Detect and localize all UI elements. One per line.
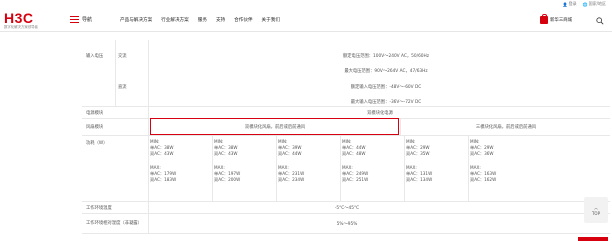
power-col-4: MIN: 单AC：44W 双AC：48W MAX: 单AC：249W 双AC：251W — [342, 139, 369, 183]
utility-bar: 👤 登录 🌐 国家/地区 — [563, 0, 612, 8]
login-link[interactable]: 👤 登录 — [563, 1, 577, 7]
divider — [468, 136, 469, 202]
divider — [212, 136, 213, 202]
fan-label: 风扇模块 — [86, 125, 104, 130]
nav-item-support[interactable]: 支持 — [216, 17, 225, 23]
humidity-value: 5%～95% — [336, 221, 358, 227]
ac-label: 交流 — [118, 54, 127, 59]
temperature-label: 工作环境温度 — [86, 205, 112, 211]
nav-item-service[interactable]: 服务 — [198, 17, 207, 23]
floating-red-bar[interactable] — [578, 237, 608, 241]
psu-label: 电源模块 — [86, 110, 104, 116]
table-row-input-voltage: 输入电压 交流 直流 额定电压范围：100V～240V AC，50/60Hz 最… — [82, 40, 610, 107]
power-col-2: MIN: 单AC：38W 双AC：43W MAX: 单AC：197W 双AC：200W — [214, 139, 241, 183]
back-to-top-button[interactable]: ︿ TOP — [584, 197, 608, 223]
divider — [115, 40, 116, 107]
user-icon: 👤 — [562, 1, 568, 7]
nav-item-partners[interactable]: 合作伙伴 — [234, 17, 252, 23]
table-row-power: 功耗（W） MIN: 单AC：38W 双AC：43W MAX: 单AC：179W 双AC… — [82, 136, 610, 202]
psu-value: 双模块化电源 — [367, 110, 393, 116]
divider — [148, 40, 149, 234]
region-link[interactable]: 🌐 国家/地区 — [583, 1, 606, 7]
h3c-logo[interactable]: H3C 数字化解决方案领导者 — [4, 10, 60, 30]
power-label: 功耗（W） — [86, 141, 108, 146]
fan-value-triple: 三模块化风扇，前后或后前通风 — [475, 125, 537, 130]
table-row-humidity: 工作环境相对湿度（非凝露） 5%～95% — [82, 214, 610, 234]
nav-item-industry[interactable]: 行业解决方案 — [161, 17, 189, 23]
top-label: TOP — [591, 210, 600, 216]
shop-label: 新华三商城 — [550, 18, 572, 23]
nav-item-about[interactable]: 关于我们 — [262, 17, 280, 23]
input-voltage-label: 输入电压 — [86, 54, 104, 59]
divider — [404, 136, 405, 202]
ac-rated-voltage: 额定电压范围：100V～240V AC，50/60Hz — [342, 54, 430, 59]
table-row-temperature: 工作环境温度 -5°C～45°C — [82, 202, 610, 214]
power-col-6: MIN: 单AC：29W 双AC：36W MAX: 单AC：163W 双AC：162W — [470, 139, 497, 183]
dc-label: 直流 — [118, 85, 127, 90]
dc-rated-voltage: 额定输入电压范围：-48V～-60V DC — [350, 85, 422, 90]
power-col-1: MIN: 单AC：38W 双AC：43W MAX: 单AC：179W 双AC：183W — [150, 139, 177, 183]
divider — [276, 136, 277, 202]
divider — [340, 136, 341, 202]
divider — [400, 119, 401, 136]
search-icon[interactable] — [596, 17, 604, 25]
shop-link[interactable]: 新华三商城 — [540, 14, 572, 24]
highlight-box — [150, 118, 399, 135]
main-nav: 产品与解决方案 行业解决方案 服务 支持 合作伙伴 关于我们 — [120, 17, 280, 23]
nav-menu-label: 导航 — [82, 17, 93, 23]
hamburger-icon — [70, 16, 79, 23]
dc-max-voltage: 最大输入电压范围：-36V～-72V DC — [350, 100, 422, 105]
temperature-value: -5°C～45°C — [334, 205, 360, 211]
shopping-bag-icon — [540, 14, 549, 24]
logo-text: H3C — [4, 10, 34, 26]
nav-item-products[interactable]: 产品与解决方案 — [120, 17, 152, 23]
ac-max-voltage: 最大电压范围：90V～264V AC，47/63Hz — [344, 69, 428, 74]
power-col-5: MIN: 单AC：29W 双AC：35W MAX: 单AC：131W 双AC：134W — [406, 139, 433, 183]
globe-icon: 🌐 — [582, 1, 588, 7]
nav-menu-button[interactable]: 导航 — [70, 16, 92, 23]
power-col-3: MIN: 单AC：39W 双AC：44W MAX: 单AC：231W 双AC：234W — [278, 139, 305, 183]
site-header: H3C 数字化解决方案领导者 导航 产品与解决方案 行业解决方案 服务 支持 合… — [0, 8, 612, 32]
humidity-label: 工作环境相对湿度（非凝露） — [86, 220, 142, 226]
logo-tagline: 数字化解决方案领导者 — [4, 25, 38, 29]
